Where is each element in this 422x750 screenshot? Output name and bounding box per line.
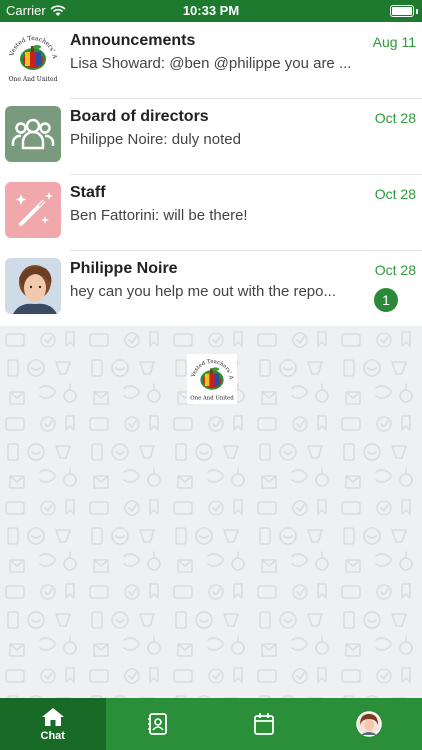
association-logo-avatar: Vested Teachers' Association One And Uni… [5,30,61,86]
tab-label: Chat [40,730,65,742]
magic-wand-icon [5,182,61,238]
user-photo-avatar [5,258,61,314]
svg-text:One And United: One And United [9,76,58,83]
chat-preview: Lisa Showard: @ben @philippe you are ... [70,55,352,72]
group-people-icon [5,106,61,162]
tab-bar: Chat [0,698,422,750]
svg-text:One And United: One And United [190,396,234,402]
association-logo: Vested Teachers' Association One And Uni… [185,350,237,404]
tab-calendar[interactable] [211,698,317,750]
chat-item-announcements[interactable]: Vested Teachers' Association One And Uni… [0,22,422,98]
chat-preview: hey can you help me out with the repo... [70,283,336,300]
battery-level [392,7,412,15]
tab-contacts[interactable] [106,698,212,750]
unread-badge: 1 [374,288,398,312]
chat-item-staff[interactable]: Staff Ben Fattorini: will be there! Oct … [0,174,422,250]
tab-chat[interactable]: Chat [0,698,106,750]
chat-date: Oct 28 [374,262,416,278]
chat-date: Aug 11 [372,34,416,50]
profile-avatar [356,711,382,737]
chat-preview: Philippe Noire: duly noted [70,131,241,148]
chat-item-philippe-noire[interactable]: Philippe Noire hey can you help me out w… [0,250,422,326]
chat-preview: Ben Fattorini: will be there! [70,207,248,224]
chat-name: Staff [70,184,106,201]
status-time: 10:33 PM [182,3,240,18]
chat-name: Board of directors [70,108,209,125]
chat-name: Announcements [70,32,196,49]
chat-date: Oct 28 [374,110,416,126]
chat-item-board-of-directors[interactable]: Board of directors Philippe Noire: duly … [0,98,422,174]
home-icon [41,708,64,726]
chat-name: Philippe Noire [70,260,178,277]
calendar-icon [253,713,274,735]
chat-background: Vested Teachers' Association One And Uni… [0,326,422,698]
tab-profile[interactable] [317,698,422,750]
contacts-icon [148,713,168,735]
chat-date: Oct 28 [374,186,416,202]
status-bar: Carrier 10:33 PM [0,0,422,22]
chat-list: Vested Teachers' Association One And Uni… [0,22,422,326]
battery-icon [390,5,414,17]
